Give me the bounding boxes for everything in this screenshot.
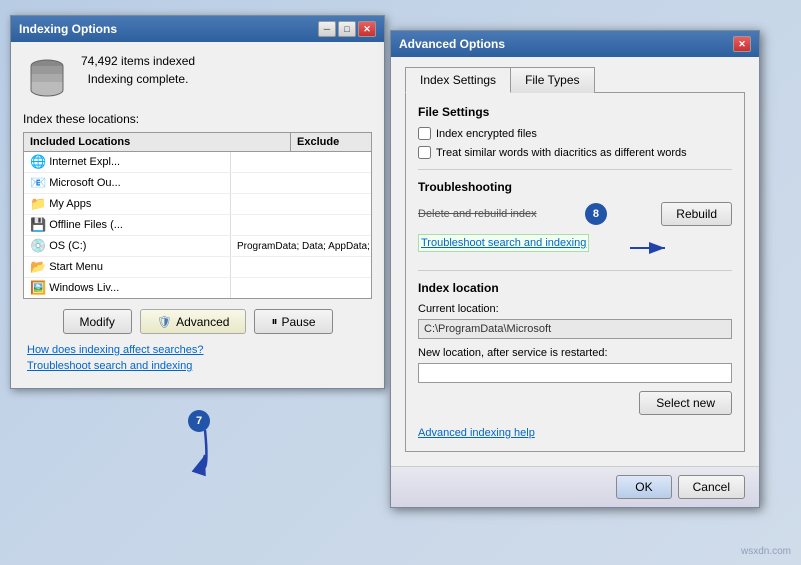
indexing-titlebar: Indexing Options ─ □ ✕ — [11, 16, 384, 42]
pause-button-label: Pause — [281, 315, 315, 329]
table-row[interactable]: 🌐Internet Expl... — [24, 152, 371, 173]
pause-button[interactable]: ⏸ Pause — [254, 309, 332, 334]
ok-button[interactable]: OK — [616, 475, 671, 499]
location-exclude — [231, 160, 371, 164]
ok-cancel-row: OK Cancel — [391, 466, 759, 507]
location-exclude — [231, 265, 371, 269]
rebuild-button[interactable]: Rebuild — [661, 202, 732, 226]
new-location-input[interactable] — [418, 363, 732, 383]
file-settings-title: File Settings — [418, 105, 732, 119]
tab-content: File Settings Index encrypted files Trea… — [405, 92, 745, 452]
divider-2 — [418, 270, 732, 271]
divider-1 — [418, 169, 732, 170]
table-row[interactable]: 💿OS (C:) ProgramData; Data; AppData; App… — [24, 236, 371, 257]
pause-icon: ⏸ — [271, 314, 277, 329]
database-icon — [23, 54, 71, 102]
location-exclude — [231, 181, 371, 185]
location-exclude — [231, 286, 371, 290]
tab-index-settings[interactable]: Index Settings — [405, 67, 511, 93]
col-exclude-header: Exclude — [291, 133, 371, 151]
troubleshooting-section: Troubleshooting Delete and rebuild index… — [418, 180, 732, 260]
advanced-indexing-link[interactable]: Advanced indexing help — [418, 427, 535, 439]
tabs-row: Index Settings File Types — [405, 67, 745, 93]
links-section: How does indexing affect searches? Troub… — [23, 344, 372, 372]
locations-table: Included Locations Exclude 🌐Internet Exp… — [23, 132, 372, 299]
titlebar-controls: ─ □ ✕ — [318, 21, 376, 37]
diacritics-label: Treat similar words with diacritics as d… — [436, 147, 687, 159]
advanced-titlebar: Advanced Options ✕ — [391, 31, 759, 57]
troubleshoot-link[interactable]: Troubleshoot search and indexing — [27, 360, 368, 372]
advanced-titlebar-controls: ✕ — [733, 36, 751, 52]
delete-rebuild-label: Delete and rebuild index — [418, 208, 537, 220]
advanced-options-window: Advanced Options ✕ Index Settings File T… — [390, 30, 760, 508]
location-name: 📂Start Menu — [24, 257, 231, 277]
items-count: 74,492 items indexed — [81, 54, 195, 68]
troubleshoot-search-link[interactable]: Troubleshoot search and indexing — [418, 234, 589, 252]
index-location-section: Index location Current location: New loc… — [418, 281, 732, 415]
encrypted-files-checkbox[interactable] — [418, 127, 431, 140]
advanced-button[interactable]: 🛡 Advanced — [140, 309, 247, 334]
location-name: 🌐Internet Expl... — [24, 152, 231, 172]
indexing-status: Indexing complete. — [81, 72, 195, 86]
advanced-content: Index Settings File Types File Settings … — [391, 57, 759, 466]
advanced-button-label: Advanced — [176, 315, 229, 329]
current-location-input — [418, 319, 732, 339]
maximize-button[interactable]: □ — [338, 21, 356, 37]
location-name: 💾Offline Files (... — [24, 215, 231, 235]
table-row[interactable]: 📧Microsoft Ou... — [24, 173, 371, 194]
table-header: Included Locations Exclude — [24, 133, 371, 152]
status-info: 74,492 items indexed Indexing complete. — [81, 54, 195, 98]
tab-file-types[interactable]: File Types — [510, 67, 594, 93]
advanced-title: Advanced Options — [399, 37, 505, 51]
new-location-label: New location, after service is restarted… — [418, 347, 732, 359]
diacritics-checkbox[interactable] — [418, 146, 431, 159]
shield-icon: 🛡 — [157, 315, 172, 329]
how-indexing-link[interactable]: How does indexing affect searches? — [27, 344, 368, 356]
icon-area: 74,492 items indexed Indexing complete. — [23, 54, 372, 102]
step-8-indicator: 8 — [585, 203, 607, 225]
advanced-close-button[interactable]: ✕ — [733, 36, 751, 52]
site-watermark: wsxdn.com — [741, 546, 791, 557]
table-row[interactable]: 📂Start Menu — [24, 257, 371, 278]
action-buttons-row: Modify 🛡 Advanced ⏸ Pause — [23, 309, 372, 334]
location-name: 📧Microsoft Ou... — [24, 173, 231, 193]
location-name: 🖼️Windows Liv... — [24, 278, 231, 298]
step-7-indicator: 7 — [188, 410, 210, 432]
checkbox-row-2: Treat similar words with diacritics as d… — [418, 146, 732, 159]
modify-button[interactable]: Modify — [63, 309, 132, 334]
locations-label: Index these locations: — [23, 112, 372, 126]
location-exclude — [231, 223, 371, 227]
minimize-button[interactable]: ─ — [318, 21, 336, 37]
col-included-header: Included Locations — [24, 133, 291, 151]
table-row[interactable]: 📁My Apps — [24, 194, 371, 215]
cancel-button[interactable]: Cancel — [678, 475, 745, 499]
troubleshooting-title: Troubleshooting — [418, 180, 732, 194]
select-new-row: Select new — [418, 391, 732, 415]
current-location-label: Current location: — [418, 303, 732, 315]
delete-rebuild-row: Delete and rebuild index 8 Rebuild — [418, 202, 732, 226]
table-row[interactable]: 🖼️Windows Liv... — [24, 278, 371, 298]
select-new-button[interactable]: Select new — [639, 391, 732, 415]
encrypted-files-label: Index encrypted files — [436, 128, 537, 140]
close-button[interactable]: ✕ — [358, 21, 376, 37]
checkbox-row-1: Index encrypted files — [418, 127, 732, 140]
indexing-title: Indexing Options — [19, 22, 117, 36]
index-location-title: Index location — [418, 281, 732, 295]
location-exclude: ProgramData; Data; AppData; AppData; ... — [231, 239, 371, 254]
location-name: 📁My Apps — [24, 194, 231, 214]
location-name: 💿OS (C:) — [24, 236, 231, 256]
indexing-content: 74,492 items indexed Indexing complete. … — [11, 42, 384, 388]
location-exclude — [231, 202, 371, 206]
table-row[interactable]: 💾Offline Files (... — [24, 215, 371, 236]
indexing-options-window: Indexing Options ─ □ ✕ 74,492 items inde… — [10, 15, 385, 389]
